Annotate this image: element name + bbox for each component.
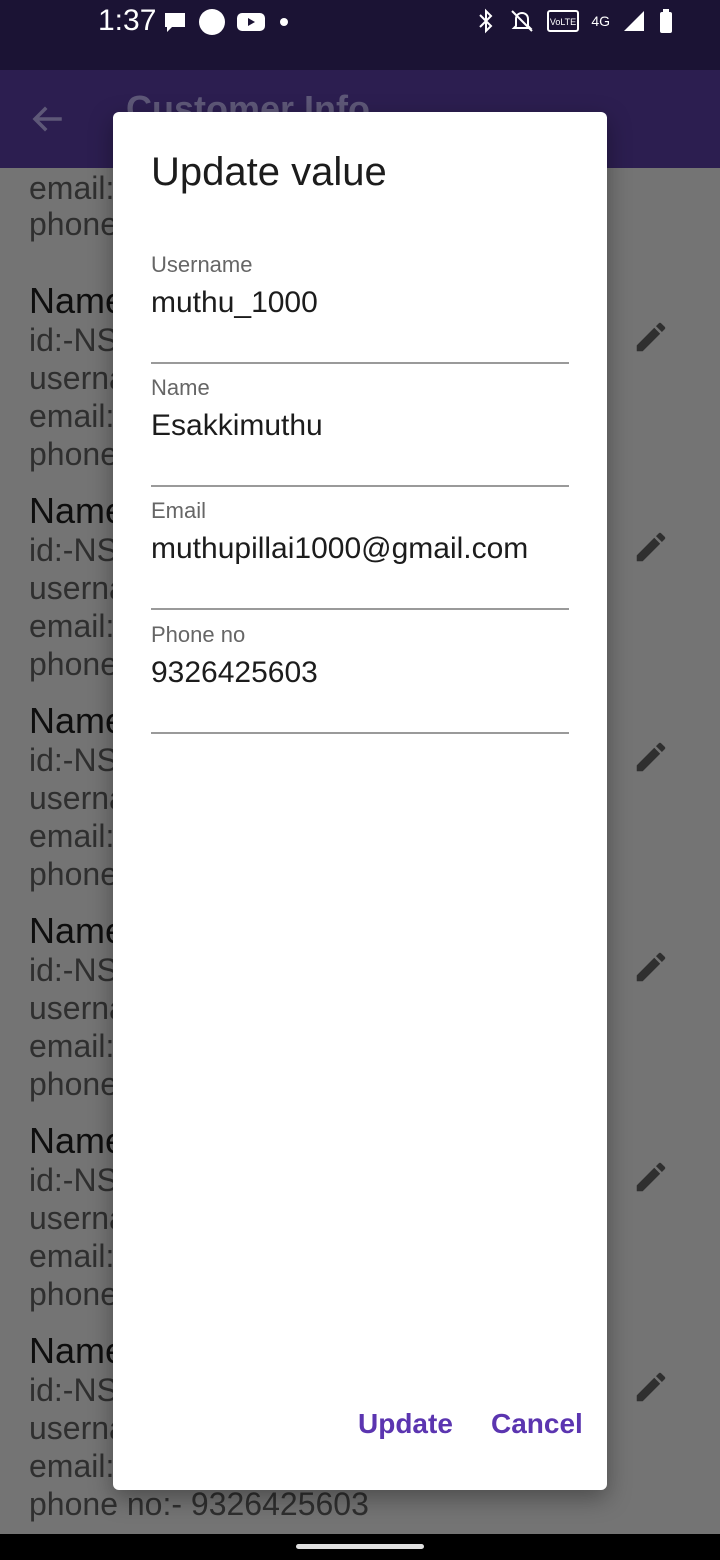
network-type-label: 4G bbox=[591, 13, 610, 29]
name-input[interactable]: Esakkimuthu bbox=[151, 409, 323, 443]
item-email: email: bbox=[29, 170, 115, 206]
battery-icon bbox=[660, 9, 672, 33]
cancel-button[interactable]: Cancel bbox=[491, 1408, 583, 1440]
item-phone: phone bbox=[29, 856, 118, 892]
item-email: email: bbox=[29, 1028, 115, 1064]
username-label: Username bbox=[151, 252, 253, 277]
item-id: id:-NS bbox=[29, 532, 118, 568]
item-id: id:-NS bbox=[29, 1162, 118, 1198]
dialog-title: Update value bbox=[151, 150, 387, 194]
edit-icon[interactable] bbox=[632, 1368, 670, 1406]
navigation-bar bbox=[0, 1534, 720, 1560]
item-phone: phone bbox=[29, 646, 118, 682]
back-arrow-icon[interactable] bbox=[28, 100, 66, 138]
circle-icon bbox=[199, 9, 225, 35]
name-field[interactable]: Name Esakkimuthu bbox=[151, 375, 569, 487]
item-id: id:-NS bbox=[29, 322, 118, 358]
mute-icon bbox=[511, 10, 534, 32]
item-phone: phone bbox=[29, 436, 118, 472]
email-input[interactable]: muthupillai1000@gmail.com bbox=[151, 532, 528, 566]
item-phone: phone bbox=[29, 206, 118, 242]
item-name: Name bbox=[29, 490, 126, 531]
edit-icon[interactable] bbox=[632, 948, 670, 986]
edit-icon[interactable] bbox=[632, 318, 670, 356]
phone-label: Phone no bbox=[151, 622, 246, 647]
phone-field[interactable]: Phone no 9326425603 bbox=[151, 622, 569, 734]
status-time: 1:37 bbox=[98, 4, 157, 37]
item-email: email: bbox=[29, 818, 115, 854]
item-phone: phone bbox=[29, 1276, 118, 1312]
item-email: email: bbox=[29, 1448, 115, 1484]
phone-input[interactable]: 9326425603 bbox=[151, 656, 318, 690]
username-input[interactable]: muthu_1000 bbox=[151, 286, 318, 320]
status-right-icons: VoLTE 4G bbox=[475, 8, 674, 34]
status-bar: 1:37 VoLTE 4G bbox=[0, 0, 720, 70]
item-email: email: bbox=[29, 1238, 115, 1274]
item-id: id:-NS bbox=[29, 1372, 118, 1408]
update-button[interactable]: Update bbox=[358, 1408, 453, 1440]
email-field[interactable]: Email muthupillai1000@gmail.com bbox=[151, 498, 569, 610]
item-name: Name bbox=[29, 1330, 126, 1371]
youtube-icon bbox=[237, 13, 265, 31]
update-dialog: Update value Username muthu_1000 Name Es… bbox=[113, 112, 607, 1490]
bluetooth-icon bbox=[479, 8, 493, 34]
item-phone: phone no:- 9326425603 bbox=[29, 1486, 369, 1522]
item-id: id:-NS bbox=[29, 952, 118, 988]
status-left-icons bbox=[162, 8, 292, 36]
item-id: id:-NS bbox=[29, 742, 118, 778]
message-icon bbox=[165, 13, 185, 32]
edit-icon[interactable] bbox=[632, 1158, 670, 1196]
email-label: Email bbox=[151, 498, 207, 523]
dot-icon bbox=[280, 18, 288, 26]
volte-label: VoLTE bbox=[550, 17, 576, 27]
volte-icon: VoLTE bbox=[547, 10, 580, 32]
item-name: Name bbox=[29, 1120, 126, 1161]
edit-icon[interactable] bbox=[632, 738, 670, 776]
username-field[interactable]: Username muthu_1000 bbox=[151, 252, 569, 364]
item-email: email: bbox=[29, 608, 115, 644]
home-gesture-pill[interactable] bbox=[296, 1544, 424, 1549]
item-name: Name bbox=[29, 910, 126, 951]
name-label: Name bbox=[151, 375, 210, 400]
item-phone: phone bbox=[29, 1066, 118, 1102]
item-email: email: bbox=[29, 398, 115, 434]
item-name: Name bbox=[29, 280, 126, 321]
signal-icon bbox=[624, 11, 644, 31]
item-name: Name bbox=[29, 700, 126, 741]
edit-icon[interactable] bbox=[632, 528, 670, 566]
